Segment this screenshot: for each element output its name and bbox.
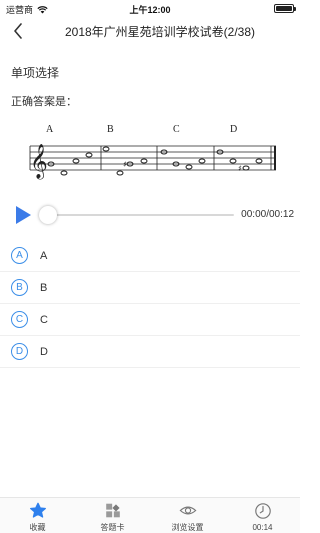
play-button[interactable] bbox=[14, 205, 32, 225]
progress-track[interactable] bbox=[44, 214, 234, 216]
tab-view-settings[interactable]: 浏览设置 bbox=[150, 498, 225, 533]
tab-answer-card[interactable]: 答题卡 bbox=[75, 498, 150, 533]
staff-label: B bbox=[107, 124, 114, 135]
star-icon bbox=[29, 502, 46, 518]
tab-label: 浏览设置 bbox=[171, 523, 204, 532]
option-text: A bbox=[40, 249, 48, 262]
eye-icon bbox=[179, 506, 196, 515]
tab-timer[interactable]: 00:14 bbox=[225, 498, 300, 533]
audio-player: 00:00/00:12 bbox=[14, 205, 294, 225]
option-badge: D bbox=[11, 343, 28, 360]
section-title: 单项选择 bbox=[11, 66, 60, 80]
time-display: 00:00/00:12 bbox=[241, 209, 294, 220]
answer-card-icon bbox=[105, 503, 120, 518]
option-text: B bbox=[40, 281, 48, 294]
question-prompt: 正确答案是： bbox=[11, 96, 77, 108]
tab-label: 00:14 bbox=[252, 523, 273, 532]
tab-label: 答题卡 bbox=[100, 523, 125, 532]
staff-label: C bbox=[173, 124, 180, 135]
music-staff-image: 𝄞 A B C D ♯ ♯ bbox=[29, 124, 276, 180]
progress-thumb[interactable] bbox=[39, 206, 57, 224]
tab-bar: 收藏 答题卡 浏览设置 00:14 bbox=[0, 497, 300, 533]
options-list: A A B B C C D D bbox=[0, 240, 300, 368]
option-badge: C bbox=[11, 311, 28, 328]
sharp-icon: ♯ bbox=[238, 164, 242, 173]
battery-icon bbox=[274, 4, 296, 13]
play-icon bbox=[16, 206, 31, 224]
option-text: D bbox=[40, 345, 48, 358]
chevron-left-icon bbox=[14, 23, 22, 39]
clock-icon bbox=[254, 503, 271, 519]
nav-bar: 2018年广州星苑培训学校试卷(2/38) bbox=[0, 16, 300, 46]
option-text: C bbox=[40, 313, 48, 326]
option-a[interactable]: A A bbox=[0, 240, 300, 272]
status-time: 上午12:00 bbox=[129, 5, 171, 15]
staff-label: D bbox=[230, 124, 237, 135]
back-button[interactable] bbox=[8, 19, 28, 43]
option-badge: A bbox=[11, 247, 28, 264]
notes bbox=[47, 146, 263, 176]
staff-label: A bbox=[46, 124, 54, 135]
page-title: 2018年广州星苑培训学校试卷(2/38) bbox=[64, 25, 256, 39]
tab-favorite[interactable]: 收藏 bbox=[0, 498, 75, 533]
status-right bbox=[274, 4, 296, 13]
status-bar: 运营商 上午12:00 bbox=[0, 0, 300, 16]
staff-labels: A B C D bbox=[46, 124, 237, 135]
tab-label: 收藏 bbox=[29, 523, 46, 532]
option-b[interactable]: B B bbox=[0, 272, 300, 304]
option-badge: B bbox=[11, 279, 28, 296]
sharp-icon: ♯ bbox=[123, 160, 127, 169]
battery-fill bbox=[276, 6, 292, 11]
option-c[interactable]: C C bbox=[0, 304, 300, 336]
treble-clef-icon: 𝄞 bbox=[30, 144, 48, 180]
option-d[interactable]: D D bbox=[0, 336, 300, 368]
